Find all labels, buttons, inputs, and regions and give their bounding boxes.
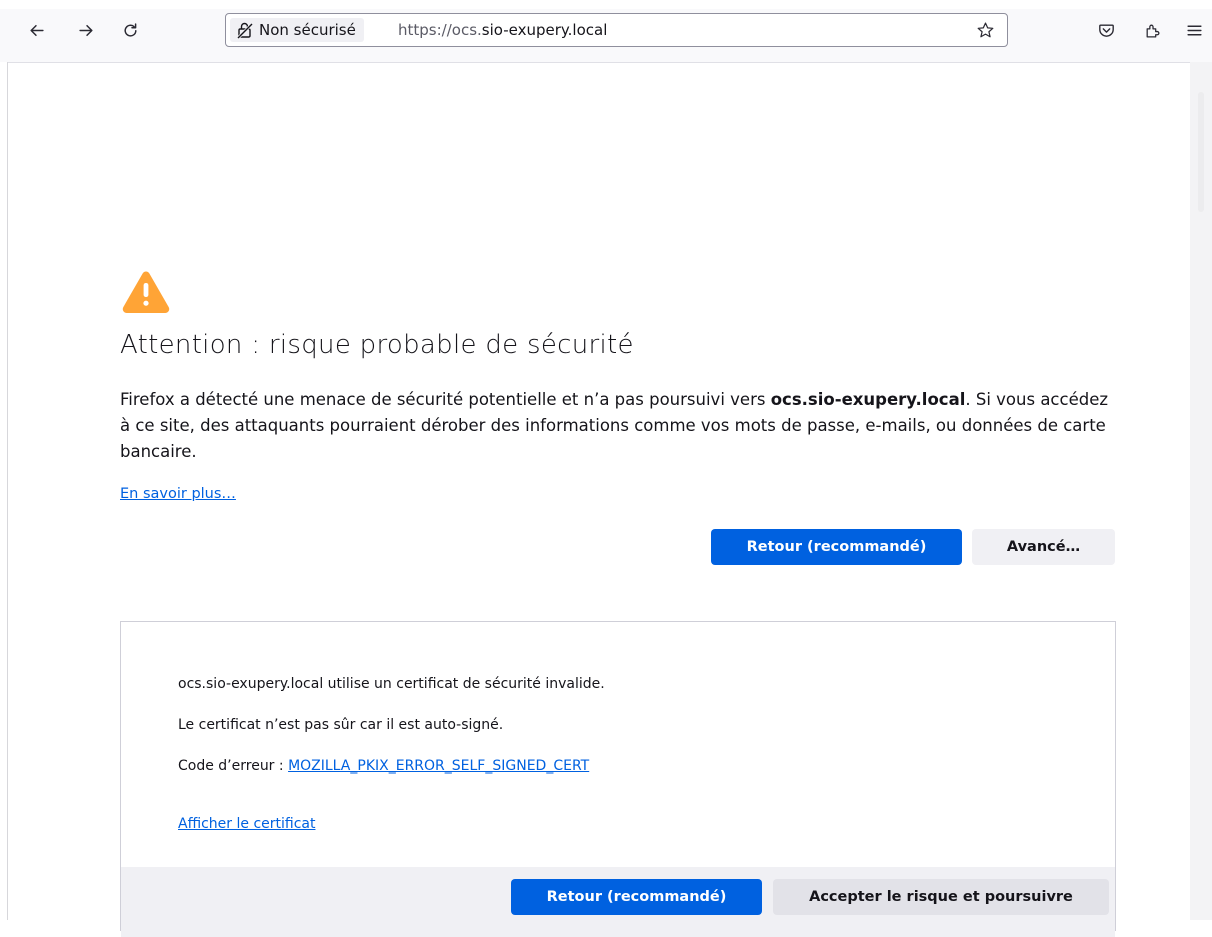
extensions-icon — [1146, 24, 1159, 38]
back-button[interactable] — [22, 16, 50, 44]
bookmark-star-button[interactable] — [975, 20, 995, 40]
browser-toolbar: Non sécurisé https://ocs.sio-exupery.loc… — [0, 0, 1212, 63]
page-title: Attention : risque probable de sécurité — [120, 330, 634, 360]
view-certificate-link[interactable]: Afficher le certificat — [178, 816, 315, 832]
site-identity-button[interactable]: Non sécurisé — [230, 18, 364, 42]
vertical-scrollbar[interactable] — [1190, 62, 1212, 920]
error-page: Attention : risque probable de sécurité … — [0, 62, 1190, 937]
hamburger-menu-icon — [1186, 25, 1202, 35]
invalid-cert-text: ocs.sio-exupery.local utilise un certifi… — [178, 676, 605, 692]
error-code-link[interactable]: MOZILLA_PKIX_ERROR_SELF_SIGNED_CERT — [288, 758, 589, 774]
error-code-line: Code d’erreur : MOZILLA_PKIX_ERROR_SELF_… — [178, 758, 589, 774]
pocket-icon — [1098, 23, 1114, 37]
reload-icon — [123, 22, 137, 37]
advanced-panel-footer: Retour (recommandé) Accepter le risque e… — [121, 867, 1115, 937]
go-back-button[interactable]: Retour (recommandé) — [711, 529, 962, 565]
accept-risk-button[interactable]: Accepter le risque et poursuivre — [773, 879, 1109, 915]
reload-button[interactable] — [116, 16, 144, 44]
warning-icon — [122, 271, 170, 313]
desc-host: ocs.sio-exupery.local — [770, 390, 966, 409]
star-icon — [977, 21, 993, 37]
error-code-label: Code d’erreur : — [178, 758, 289, 774]
pocket-button[interactable] — [1092, 16, 1120, 44]
desc-text-1: Firefox a détecté une menace de sécurité… — [120, 390, 771, 409]
url-host: sio-exupery.local — [481, 21, 608, 39]
url-text[interactable]: https://ocs.sio-exupery.local — [398, 21, 607, 39]
arrow-left-icon — [29, 24, 44, 36]
go-back-button-advanced[interactable]: Retour (recommandé) — [511, 879, 762, 915]
url-prefix: https://ocs. — [398, 21, 482, 39]
identity-label: Non sécurisé — [259, 21, 356, 39]
advanced-button[interactable]: Avancé… — [972, 529, 1115, 565]
url-bar[interactable]: Non sécurisé https://ocs.sio-exupery.loc… — [225, 13, 1008, 47]
extensions-button[interactable] — [1138, 16, 1166, 44]
arrow-right-icon — [78, 24, 93, 36]
scrollbar-thumb[interactable] — [1198, 92, 1204, 212]
app-menu-button[interactable] — [1180, 16, 1208, 44]
advanced-panel: ocs.sio-exupery.local utilise un certifi… — [120, 621, 1116, 937]
error-description: Firefox a détecté une menace de sécurité… — [120, 387, 1120, 465]
self-signed-text: Le certificat n’est pas sûr car il est a… — [178, 717, 504, 733]
learn-more-link[interactable]: En savoir plus… — [120, 486, 236, 502]
insecure-lock-icon — [236, 22, 254, 39]
toolbar-top-edge — [0, 0, 1212, 9]
forward-button[interactable] — [72, 16, 100, 44]
